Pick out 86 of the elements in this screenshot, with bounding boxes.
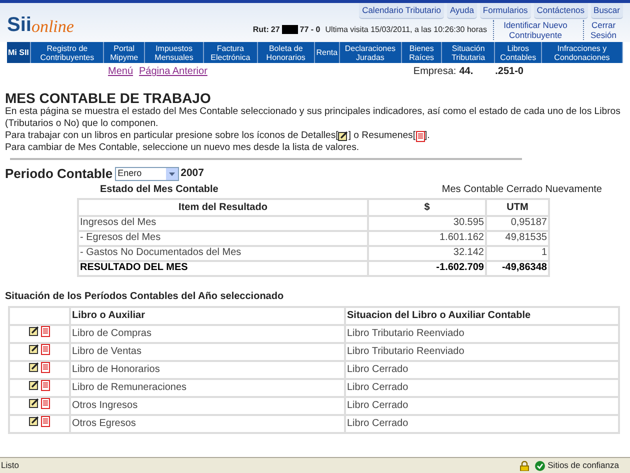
- table-cell: Libro Cerrado: [345, 378, 619, 396]
- edit-icon[interactable]: [29, 416, 39, 426]
- period-label: Periodo Contable: [5, 165, 113, 183]
- table-cell: Libro Cerrado: [345, 414, 619, 432]
- rut-value: 27: [270, 24, 280, 36]
- document-icon[interactable]: [41, 380, 50, 391]
- security-zone-text: Sitios de confianza: [548, 459, 619, 472]
- account-link[interactable]: Cerrar Sesión: [583, 20, 623, 40]
- month-status-value: Mes Contable Cerrado Nuevamente: [442, 184, 602, 196]
- top-link[interactable]: Calendario Tributario: [359, 3, 444, 19]
- company-label: Empresa:: [413, 65, 456, 79]
- nav-tab[interactable]: Declaraciones Juradas: [340, 42, 402, 63]
- table-cell: Otros Egresos: [70, 414, 345, 432]
- table-cell: 1: [486, 246, 549, 260]
- edit-icon[interactable]: [29, 398, 39, 408]
- table-cell: Libro Tributario Reenviado: [345, 324, 619, 342]
- table-cell: - Egresos del Mes: [78, 230, 368, 246]
- document-icon[interactable]: [41, 362, 50, 373]
- table-cell: Ingresos del Mes: [78, 216, 368, 230]
- document-icon[interactable]: [41, 344, 50, 355]
- edit-icon[interactable]: [29, 344, 39, 354]
- table-cell: - Gastos No Documentados del Mes: [78, 246, 368, 260]
- company-value: .251-0: [495, 65, 524, 79]
- table-cell: Libro de Compras: [70, 324, 345, 342]
- last-visit-text: Ultima visita 15/03/2011, a las 10:26:30 horas: [325, 24, 487, 36]
- month-select[interactable]: Enero: [114, 166, 179, 181]
- edit-icon[interactable]: [338, 131, 348, 141]
- table-cell: 1.601.162: [368, 230, 486, 246]
- table-cell: Libro Cerrado: [345, 360, 619, 378]
- document-icon[interactable]: [416, 130, 425, 142]
- table-cell: 32.142: [368, 246, 486, 260]
- company-value: 44.: [459, 65, 474, 79]
- edit-icon[interactable]: [29, 380, 39, 390]
- page-link[interactable]: Menú: [108, 64, 134, 79]
- document-icon[interactable]: [41, 416, 50, 427]
- nav-tab[interactable]: Bienes Raíces: [402, 42, 442, 63]
- year-text: 2007: [180, 166, 204, 181]
- intro-text: En esta página se muestra el estado del Mes Contable seleccionado y sus principales indicadores, así como el estado de cada uno de los Libros (Tributarios o No) que lo componen.: [5, 106, 622, 130]
- month-status-label: Estado del Mes Contable: [100, 184, 218, 196]
- nav-tab[interactable]: Situación Tributaria: [442, 42, 496, 63]
- table-cell: Libro de Remuneraciones: [70, 378, 345, 396]
- column-header: Situacion del Libro o Auxiliar Contable: [345, 306, 619, 324]
- document-icon[interactable]: [41, 326, 50, 337]
- table-cell: Libro Cerrado: [345, 396, 619, 414]
- table-cell: -49,86348: [486, 260, 549, 276]
- edit-icon[interactable]: [29, 362, 39, 372]
- account-link[interactable]: Identificar Nuevo Contribuyente: [493, 20, 577, 40]
- table-cell: 30.595: [368, 216, 486, 230]
- nav-tab[interactable]: Portal Mipyme: [104, 42, 145, 63]
- rut-value: 77 - 0: [300, 24, 320, 36]
- section-title: Situación de los Períodos Contables del Año seleccionado: [5, 290, 285, 304]
- table-cell: RESULTADO DEL MES: [78, 260, 368, 276]
- intro-text: Para cambiar de Mes Contable, seleccione un nuevo mes desde la lista de valores.: [5, 142, 360, 154]
- nav-tab[interactable]: Infracciones y Condonaciones: [542, 42, 623, 63]
- top-link[interactable]: Formularios: [480, 3, 531, 19]
- logo: Siionline: [7, 13, 74, 35]
- document-icon[interactable]: [41, 398, 50, 409]
- column-header: $: [368, 198, 486, 216]
- column-header: Item del Resultado: [78, 198, 368, 216]
- lock-icon: [520, 460, 529, 470]
- table-cell: Libro Tributario Reenviado: [345, 342, 619, 360]
- edit-icon[interactable]: [29, 326, 39, 336]
- nav-tab[interactable]: Factura Electrónica: [204, 42, 258, 63]
- page-link[interactable]: Página Anterior: [139, 64, 208, 79]
- rut-label: Rut:: [252, 24, 269, 36]
- nav-tab[interactable]: Renta: [315, 42, 340, 63]
- nav-tab[interactable]: Mi SII: [7, 42, 31, 63]
- table-cell: Libro de Ventas: [70, 342, 345, 360]
- column-header: UTM: [486, 198, 549, 216]
- status-text: Listo: [1, 459, 20, 472]
- nav-tab[interactable]: Boleta de Honorarios: [258, 42, 316, 63]
- column-header: Libro o Auxiliar: [70, 306, 345, 324]
- page-title: MES CONTABLE DE TRABAJO: [5, 90, 212, 106]
- top-link[interactable]: Buscar: [590, 3, 623, 19]
- check-icon: [534, 460, 545, 470]
- nav-tab[interactable]: Libros Contables: [495, 42, 542, 63]
- redaction-block: [282, 25, 298, 34]
- top-link[interactable]: Contáctenos: [534, 3, 588, 19]
- table-cell: 49,81535: [486, 230, 549, 246]
- nav-tab[interactable]: Registro de Contribuyentes: [30, 42, 104, 63]
- table-cell: Otros Ingresos: [70, 396, 345, 414]
- table-cell: -1.602.709: [368, 260, 486, 276]
- table-cell: 0,95187: [486, 216, 549, 230]
- table-cell: Libro de Honorarios: [70, 360, 345, 378]
- nav-tab[interactable]: Impuestos Mensuales: [144, 42, 204, 63]
- top-link[interactable]: Ayuda: [446, 3, 477, 19]
